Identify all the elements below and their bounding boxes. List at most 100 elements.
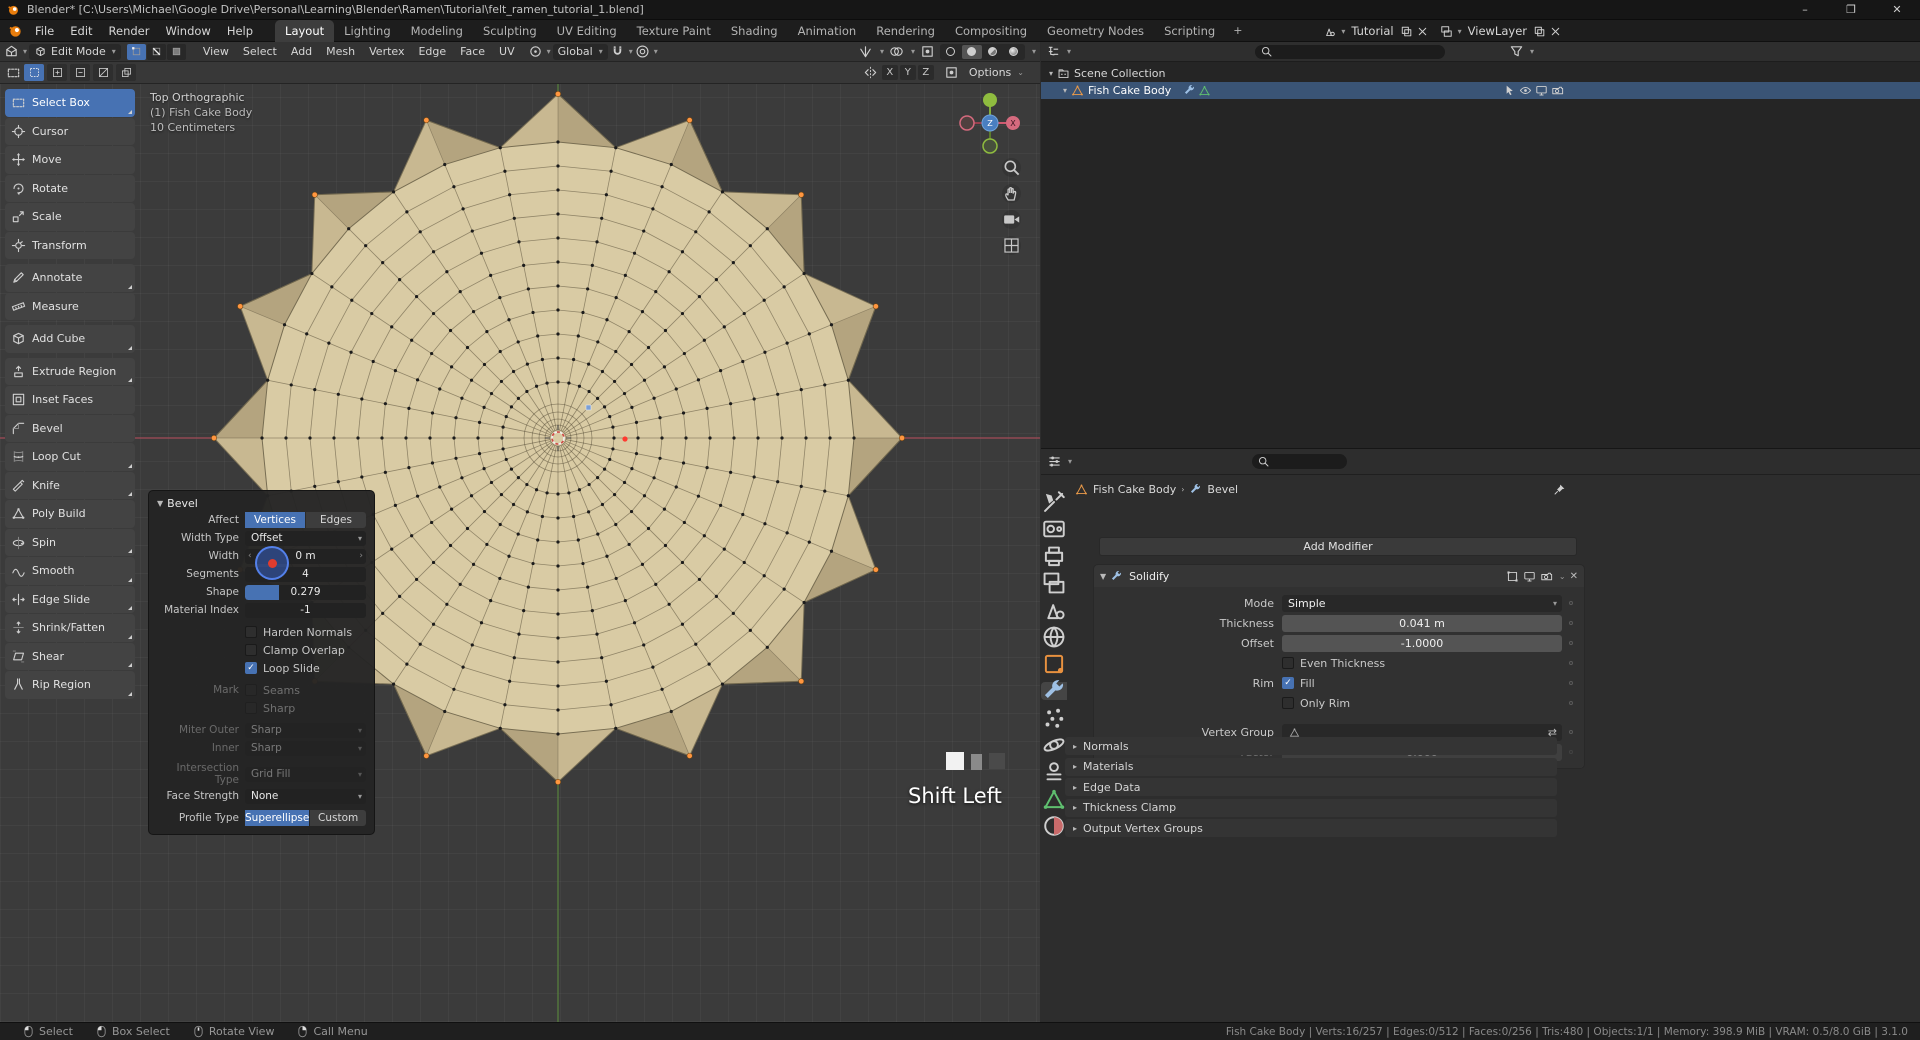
toolbar-tool[interactable]: Spin [5,529,135,557]
workspace-tab[interactable]: Sculpting [473,20,547,42]
unlink-scene-icon[interactable] [1416,25,1429,38]
toolbar-tool[interactable]: Annotate [5,264,135,292]
breadcrumb-modifier[interactable]: Bevel [1207,483,1238,496]
miter-inner-select[interactable]: Sharp▾ [245,741,366,756]
menu-item[interactable]: Window [157,20,218,42]
material-index-field[interactable]: -1 [245,603,366,618]
workspace-tab[interactable]: Lighting [334,20,400,42]
modifier-subpanel-header[interactable]: ▸Normals [1065,737,1557,755]
proportional-edit-icon[interactable] [635,44,650,59]
outliner-row-object[interactable]: ▾ Fish Cake Body [1041,82,1920,99]
collapse-arrow-icon[interactable]: ▼ [1100,572,1106,581]
scene-collection-label[interactable]: Scene Collection [1074,67,1165,80]
animate-decorator[interactable] [1569,601,1573,605]
profile-type-option[interactable]: Custom [310,810,366,826]
render-display-toggle-icon[interactable] [1540,570,1553,583]
animate-decorator[interactable] [1569,681,1573,685]
workspace-tab[interactable]: Animation [788,20,867,42]
outliner-row-scene-collection[interactable]: ▾ Scene Collection [1041,65,1920,82]
animate-decorator[interactable] [1569,661,1573,665]
modifier-name[interactable]: Solidify [1129,570,1169,583]
expand-arrow-icon[interactable]: ▾ [1049,69,1053,78]
animate-decorator[interactable] [1569,750,1573,754]
orientation-selector[interactable]: Global ▾ [553,44,608,60]
properties-tab-tool[interactable] [1041,493,1067,511]
material-shading-button[interactable] [983,45,1003,59]
pin-icon[interactable] [1553,483,1566,496]
filter-icon[interactable] [1509,44,1524,59]
toolbar-tool[interactable]: Loop Cut [5,443,135,471]
breadcrumb-object[interactable]: Fish Cake Body [1093,483,1176,496]
options-label[interactable]: Options [969,66,1011,79]
close-button[interactable]: ✕ [1874,0,1920,19]
viewport-nav-button-pan[interactable] [1002,184,1021,203]
select-subtract-button[interactable] [70,64,90,81]
modifier-extras-icon[interactable]: ⌄ [1559,572,1566,581]
viewport-menu-item[interactable]: Vertex [362,42,411,62]
menu-item[interactable]: Help [219,20,261,42]
select-intersect-button[interactable] [116,64,136,81]
sharp-checkbox[interactable] [245,702,257,714]
realtime-display-toggle-icon[interactable] [1523,570,1536,583]
workspace-tab[interactable]: Texture Paint [627,20,721,42]
workspace-tab[interactable]: Scripting [1154,20,1225,42]
gizmo-x-negative[interactable] [960,116,974,130]
toolbar-tool[interactable]: Inset Faces [5,386,135,414]
properties-tab-constraints[interactable] [1041,763,1067,781]
vertex-select-button[interactable] [127,44,146,60]
rendered-shading-button[interactable] [1004,45,1024,59]
viewport-nav-button-grid[interactable] [1002,236,1021,255]
workspace-tab[interactable]: Rendering [866,20,945,42]
modifier-subpanel-header[interactable]: ▸Materials [1065,758,1557,776]
modifier-badge-icon[interactable] [1183,84,1196,97]
hide-viewport-eye-icon[interactable] [1519,84,1532,97]
workspace-tab[interactable]: UV Editing [547,20,627,42]
select-set-button[interactable] [24,64,44,81]
modifier-subpanel-header[interactable]: ▸Edge Data [1065,778,1557,796]
only-rim-checkbox[interactable] [1282,697,1294,709]
modifier-subpanel-header[interactable]: ▸Thickness Clamp [1065,799,1557,817]
mode-select[interactable]: Simple▾ [1282,595,1562,612]
mirror-axis-toggle[interactable]: Z [918,65,934,80]
minimize-button[interactable]: – [1782,0,1828,19]
outliner-search[interactable] [1255,45,1445,59]
modifier-subpanel-header[interactable]: ▸Output Vertex Groups [1065,819,1557,837]
show-gizmo-icon[interactable] [858,44,873,59]
viewport-menu-item[interactable]: Face [453,42,492,62]
viewport-menu-item[interactable]: Mesh [319,42,362,62]
properties-tab-scene[interactable] [1041,601,1067,619]
properties-tab-object[interactable] [1041,655,1067,673]
viewport-menu-item[interactable]: View [196,42,236,62]
mesh-data-badge-icon[interactable] [1198,84,1211,97]
toolbar-tool[interactable]: Bevel [5,415,135,443]
miter-outer-select[interactable]: Sharp▾ [245,723,366,738]
maximize-button[interactable]: ❐ [1828,0,1874,19]
animate-decorator[interactable] [1569,701,1573,705]
toolbar-tool[interactable]: Edge Slide [5,586,135,614]
toolbar-tool[interactable]: Add Cube [5,325,135,353]
affect-option[interactable]: Edges [306,512,366,528]
edit-mode-display-toggle-icon[interactable] [1506,570,1519,583]
toolbar-tool[interactable]: Measure [5,293,135,321]
toolbar-tool[interactable]: Rotate [5,175,135,203]
workspace-tab[interactable]: Modeling [401,20,473,42]
xray-toggle-icon[interactable] [920,44,935,59]
gizmo-y-negative[interactable] [983,139,997,153]
toolbar-tool[interactable]: Extrude Region [5,358,135,386]
show-overlays-icon[interactable] [889,44,904,59]
seams-checkbox[interactable] [245,684,257,696]
face-select-button[interactable] [167,44,186,60]
properties-tab-render[interactable] [1041,520,1067,538]
navigation-gizmo[interactable]: X Z [958,91,1022,155]
properties-editor-icon[interactable] [1047,454,1062,469]
bevel-operator-panel[interactable]: ▼Bevel Affect VerticesEdges Width Type O… [148,490,375,835]
toolbar-tool[interactable]: Scale [5,203,135,231]
properties-tab-physics[interactable] [1041,736,1067,754]
properties-tab-particles[interactable] [1041,709,1067,727]
transform-pivot-icon[interactable] [528,44,543,59]
add-workspace-button[interactable]: + [1225,21,1250,40]
properties-tab-view-layer[interactable] [1041,574,1067,592]
viewport-menu-item[interactable]: Select [236,42,284,62]
blender-menu-icon[interactable] [8,23,23,38]
viewport-menu-item[interactable]: Add [284,42,319,62]
